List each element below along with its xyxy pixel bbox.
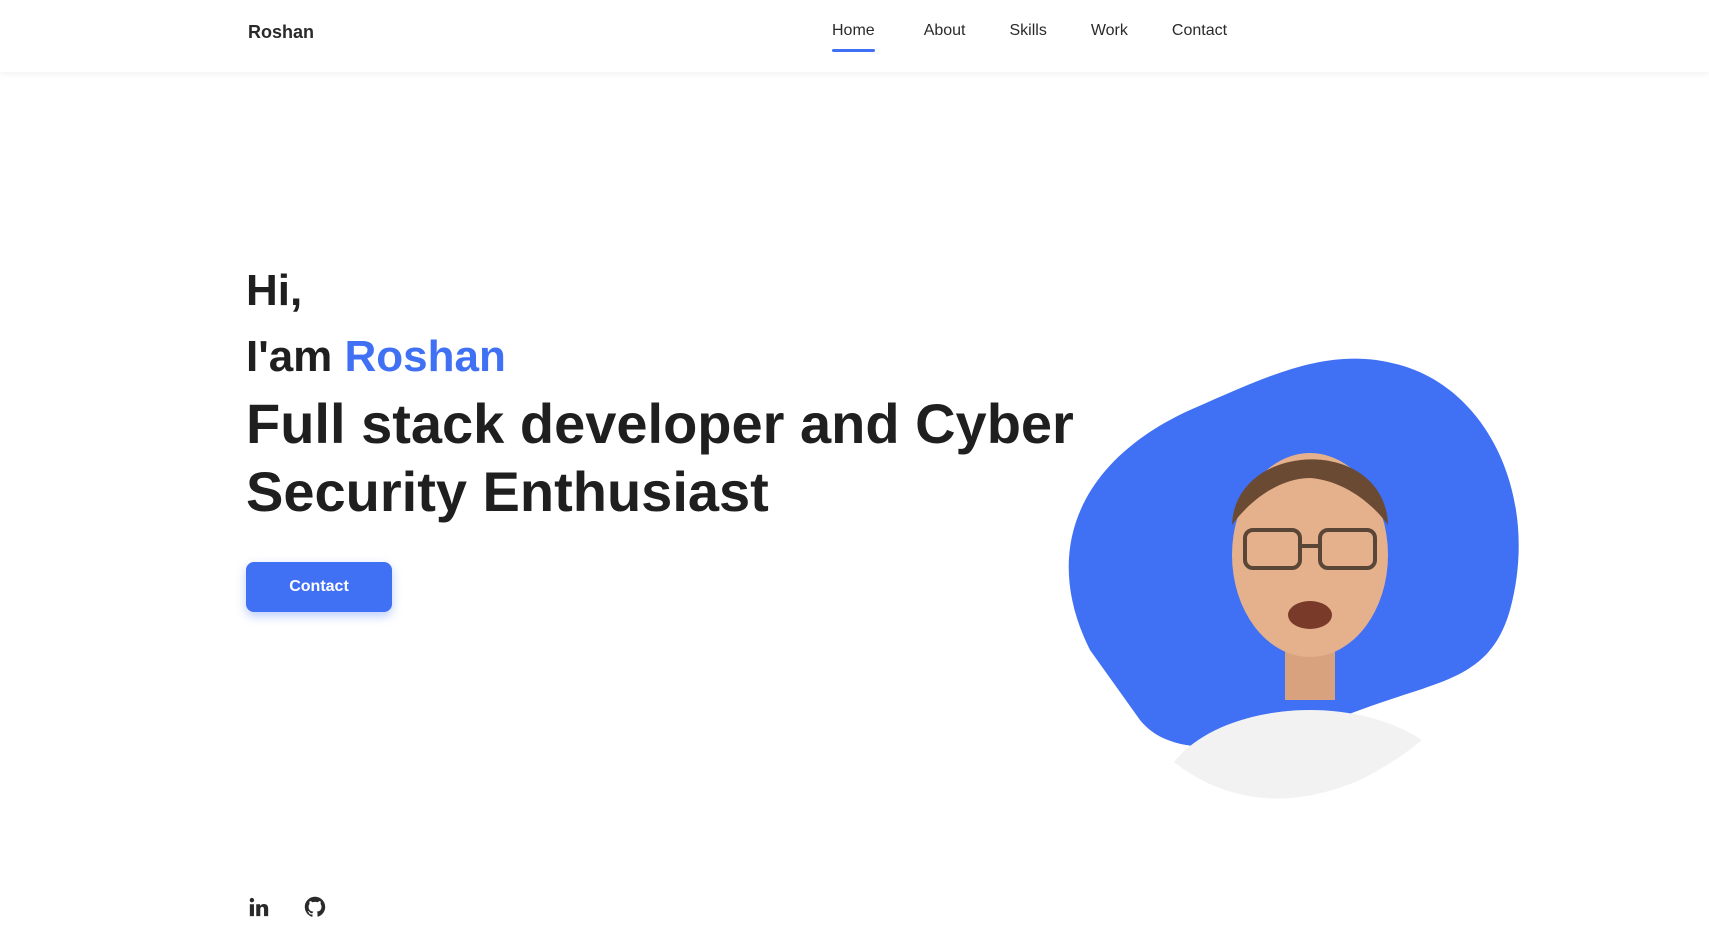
- hero-intro-prefix: I'am: [246, 332, 345, 381]
- top-navbar: Roshan Home About Skills Work Contact: [0, 0, 1709, 72]
- hero-intro: I'am Roshan: [246, 324, 1146, 390]
- github-icon[interactable]: [302, 894, 328, 920]
- site-logo[interactable]: Roshan: [248, 22, 314, 43]
- contact-button[interactable]: Contact: [246, 562, 392, 612]
- hero-role: Full stack developer and Cyber Security …: [246, 392, 1074, 523]
- linkedin-icon[interactable]: [246, 894, 272, 920]
- nav-item-skills[interactable]: Skills: [1010, 22, 1047, 40]
- hero-greeting: Hi,: [246, 266, 303, 315]
- portfolio-page: Roshan Home About Skills Work Contact Hi…: [0, 0, 1709, 949]
- social-links: [246, 894, 328, 920]
- nav-item-home[interactable]: Home: [832, 22, 875, 52]
- nav-item-about[interactable]: About: [924, 22, 966, 40]
- main-nav: Home About Skills Work Contact: [832, 22, 1227, 52]
- profile-illustration: [1068, 358, 1519, 799]
- nav-item-contact[interactable]: Contact: [1172, 22, 1227, 40]
- nav-item-work[interactable]: Work: [1091, 22, 1128, 40]
- hero-section: Hi, I'am Roshan Full stack developer and…: [246, 258, 1146, 612]
- hero-name: Roshan: [344, 332, 506, 381]
